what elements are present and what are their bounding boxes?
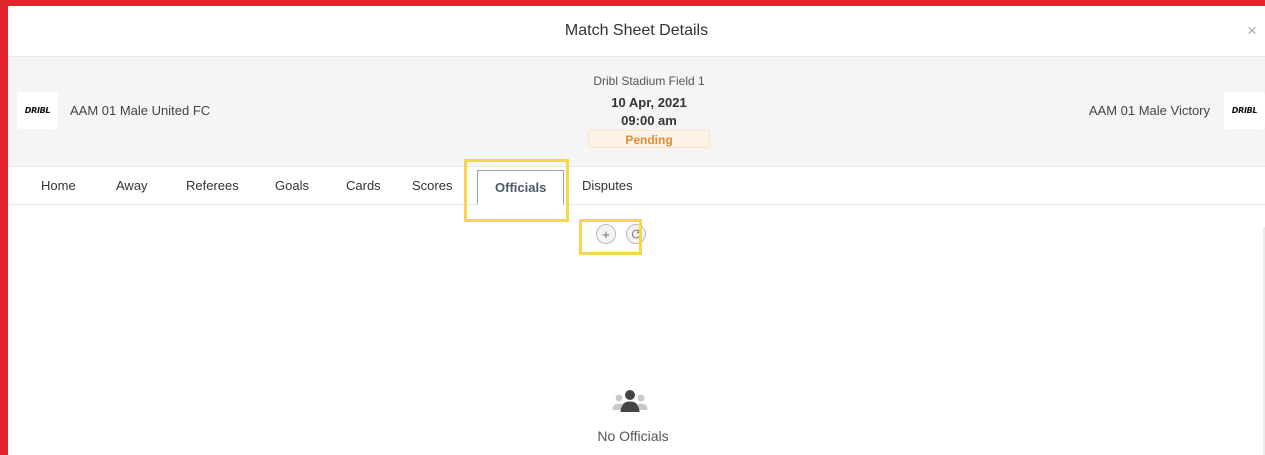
modal-title: Match Sheet Details — [564, 22, 709, 39]
empty-state-text: No Officials — [597, 428, 669, 444]
match-sheet-modal: Match Sheet Details × DRIBL AAM 01 Male … — [8, 6, 1265, 455]
match-details: Dribl Stadium Field 1 10 Apr, 2021 09:00… — [588, 73, 710, 148]
status-badge: Pending — [588, 130, 710, 148]
home-team-logo: DRIBL — [17, 92, 58, 129]
tab-away[interactable]: Away — [116, 167, 148, 205]
tab-referees[interactable]: Referees — [186, 167, 239, 205]
modal-header: Match Sheet Details × — [8, 6, 1265, 57]
match-time: 09:00 am — [621, 113, 677, 128]
match-info-bar: DRIBL AAM 01 Male United FC Dribl Stadiu… — [8, 57, 1265, 167]
venue: Dribl Stadium Field 1 — [593, 74, 705, 88]
away-team: AAM 01 Male Victory DRIBL — [1089, 92, 1265, 129]
users-icon — [612, 390, 648, 412]
tab-disputes[interactable]: Disputes — [582, 167, 633, 205]
home-team-name: AAM 01 Male United FC — [70, 103, 211, 118]
close-icon[interactable]: × — [1247, 22, 1257, 39]
tab-bar: Home Away Referees Goals Cards Scores Of… — [8, 167, 1265, 205]
tab-cards[interactable]: Cards — [346, 167, 381, 205]
add-official-button[interactable]: + — [596, 224, 616, 244]
away-team-logo: DRIBL — [1224, 92, 1265, 129]
match-date: 10 Apr, 2021 — [611, 95, 687, 110]
tab-officials[interactable]: Officials — [477, 170, 565, 205]
tab-home[interactable]: Home — [41, 167, 76, 205]
tab-goals[interactable]: Goals — [275, 167, 309, 205]
plus-icon: + — [602, 226, 610, 242]
away-team-name: AAM 01 Male Victory — [1088, 103, 1210, 118]
refresh-button[interactable] — [626, 224, 646, 244]
tab-scores[interactable]: Scores — [412, 167, 452, 205]
refresh-icon — [631, 229, 641, 239]
home-team: DRIBL AAM 01 Male United FC — [17, 92, 210, 129]
